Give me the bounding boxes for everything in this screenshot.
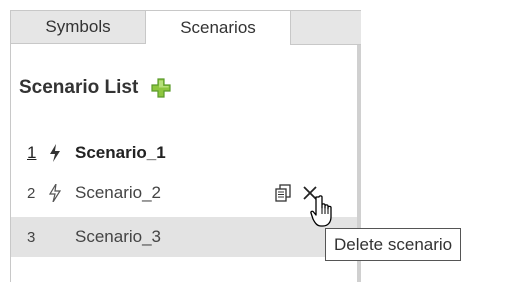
- scenario-list-header: Scenario List: [19, 73, 172, 103]
- scenario-row-selected[interactable]: 3 Scenario_3: [11, 217, 357, 257]
- lightning-bolt-icon: [50, 144, 60, 162]
- scenario-list-title: Scenario List: [19, 77, 139, 98]
- tooltip: Delete scenario: [325, 228, 462, 261]
- scenario-row[interactable]: 2 Scenario_2: [11, 173, 357, 213]
- app-root: Symbols Scenarios Scenario List 1 Scenar…: [0, 0, 518, 282]
- hand-pointer-cursor-icon: [310, 195, 332, 227]
- tooltip-text: Delete scenario: [334, 234, 453, 254]
- tab-symbols-label: Symbols: [45, 17, 111, 36]
- tab-symbols[interactable]: Symbols: [11, 11, 146, 44]
- add-scenario-icon[interactable]: [150, 77, 172, 99]
- scenario-number: 3: [27, 228, 36, 246]
- scenario-name: Scenario_1: [75, 143, 166, 162]
- tab-scenarios[interactable]: Scenarios: [146, 11, 291, 45]
- scenario-number: 2: [27, 184, 36, 202]
- tab-bar-filler: [291, 11, 361, 45]
- scenarios-panel: Symbols Scenarios Scenario List 1 Scenar…: [10, 10, 361, 282]
- scenario-row[interactable]: 1 Scenario_1: [11, 133, 357, 173]
- tab-scenarios-label: Scenarios: [180, 18, 256, 37]
- scenario-name: Scenario_3: [75, 227, 162, 246]
- tab-bar: Symbols Scenarios: [11, 11, 361, 45]
- lightning-bolt-icon: [49, 184, 61, 202]
- copy-icon[interactable]: [273, 183, 293, 203]
- scenario-name: Scenario_2: [75, 183, 162, 202]
- scenario-number: 1: [27, 143, 37, 162]
